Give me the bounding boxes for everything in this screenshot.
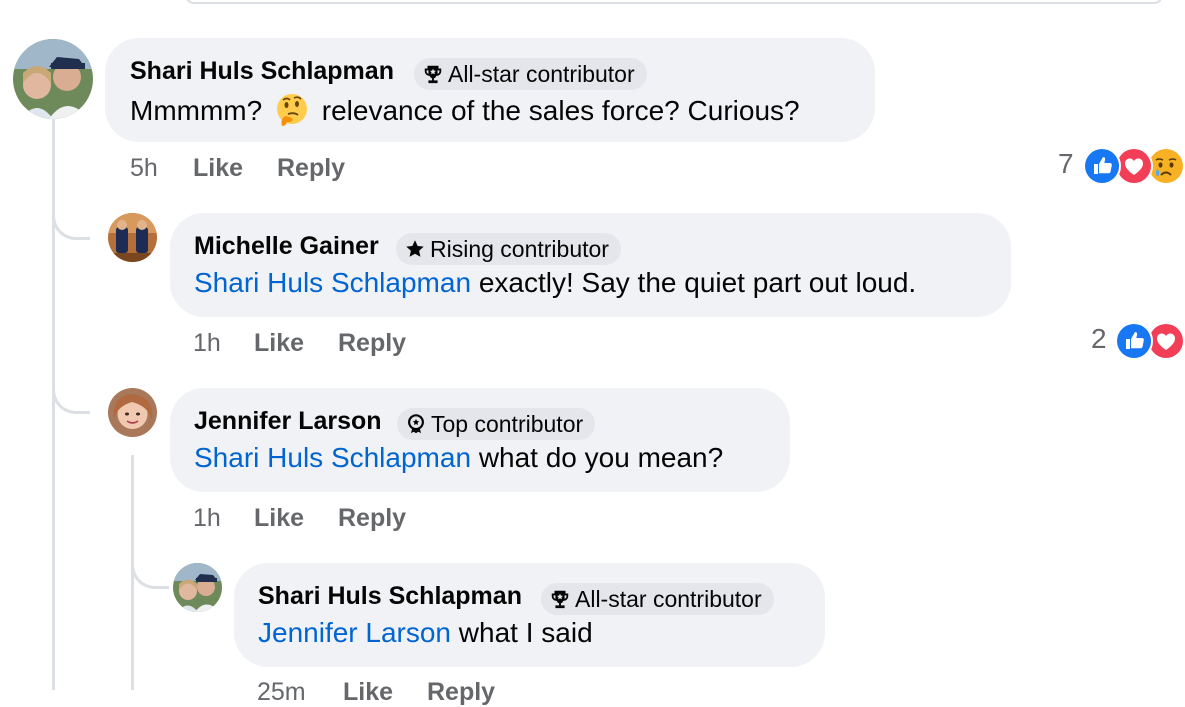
thinking-face-emoji xyxy=(274,92,310,128)
badge-label: Top contributor xyxy=(431,410,584,437)
comment-text-part: what I said xyxy=(458,617,593,648)
avatar[interactable] xyxy=(108,388,157,437)
badge-label: All-star contributor xyxy=(448,60,635,87)
comment-bubble xyxy=(170,388,790,492)
contributor-badge[interactable]: All-star contributor xyxy=(414,58,647,90)
contributor-badge[interactable]: All-star contributor xyxy=(541,583,774,615)
reply-button[interactable]: Reply xyxy=(338,329,406,358)
comment-author[interactable]: Michelle Gainer xyxy=(194,232,379,261)
reply-button[interactable]: Reply xyxy=(277,154,345,183)
mention-link[interactable]: Shari Huls Schlapman xyxy=(194,267,471,298)
reaction-count[interactable]: 2 xyxy=(1091,323,1107,355)
comment-text: Shari Huls Schlapman exactly! Say the qu… xyxy=(194,267,916,299)
like-button[interactable]: Like xyxy=(254,329,304,358)
avatar[interactable] xyxy=(108,213,157,262)
contributor-badge[interactable]: Rising contributor xyxy=(396,233,621,265)
thread-connector xyxy=(52,378,90,414)
comment-text-part: Mmmmm? xyxy=(130,95,263,126)
comment-bubble xyxy=(170,213,1011,317)
like-reaction-icon[interactable] xyxy=(1115,322,1153,360)
comment-text: Shari Huls Schlapman what do you mean? xyxy=(194,442,723,474)
trophy-icon xyxy=(422,63,444,85)
comment-text: Jennifer Larson what I said xyxy=(258,617,593,649)
star-icon xyxy=(404,238,426,260)
medal-icon xyxy=(405,413,427,435)
reply-button[interactable]: Reply xyxy=(427,678,495,707)
thread-connector xyxy=(52,204,90,240)
comment-text: Mmmmm? relevance of the sales force? Cur… xyxy=(130,92,800,128)
comment-box-edge xyxy=(185,0,1163,4)
comment-author[interactable]: Jennifer Larson xyxy=(194,407,382,436)
comment-text-part: exactly! Say the quiet part out loud. xyxy=(478,267,917,298)
avatar[interactable] xyxy=(13,39,93,119)
like-reaction-icon[interactable] xyxy=(1083,147,1121,185)
like-button[interactable]: Like xyxy=(193,154,243,183)
thread-connector xyxy=(131,553,169,589)
mention-link[interactable]: Shari Huls Schlapman xyxy=(194,442,471,473)
trophy-icon xyxy=(549,588,571,610)
like-button[interactable]: Like xyxy=(254,504,304,533)
comment-bubble xyxy=(234,563,825,667)
comment-time[interactable]: 1h xyxy=(193,504,221,533)
comment-author[interactable]: Shari Huls Schlapman xyxy=(130,57,394,86)
comment-time[interactable]: 25m xyxy=(257,678,306,707)
comment-author[interactable]: Shari Huls Schlapman xyxy=(258,582,522,611)
avatar[interactable] xyxy=(173,563,222,612)
comment-time[interactable]: 5h xyxy=(130,154,158,183)
badge-label: Rising contributor xyxy=(430,235,609,262)
contributor-badge[interactable]: Top contributor xyxy=(397,408,596,440)
reply-button[interactable]: Reply xyxy=(338,504,406,533)
comment-text-part: what do you mean? xyxy=(478,442,724,473)
comment-time[interactable]: 1h xyxy=(193,329,221,358)
reaction-count[interactable]: 7 xyxy=(1058,148,1074,180)
badge-label: All-star contributor xyxy=(575,585,762,612)
mention-link[interactable]: Jennifer Larson xyxy=(258,617,451,648)
comment-text-part: relevance of the sales force? Curious? xyxy=(321,95,800,126)
like-button[interactable]: Like xyxy=(343,678,393,707)
